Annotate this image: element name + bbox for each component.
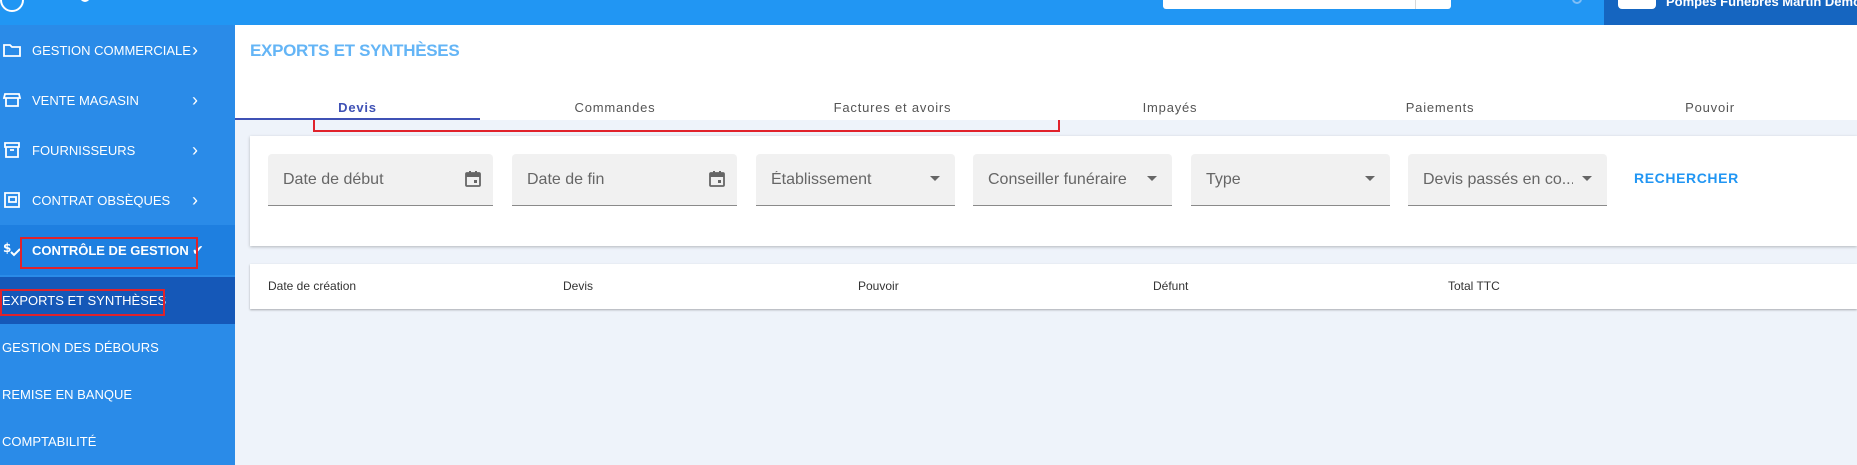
sidebar-subitem-comptabilite[interactable]: COMPTABILITÉ <box>0 418 235 465</box>
column-header[interactable]: Date de création <box>268 279 356 293</box>
tab-label: Paiements <box>1405 100 1475 115</box>
dropdown-arrow-icon <box>1147 176 1157 181</box>
sidebar: GESTION COMMERCIALE › VENTE MAGASIN › FO… <box>0 25 235 465</box>
results-table-header: Date de création Devis Pouvoir Défunt To… <box>250 264 1857 309</box>
sidebar-item-gestion-commerciale[interactable]: GESTION COMMERCIALE › <box>0 25 235 75</box>
dollar-check-icon: $ <box>3 241 21 257</box>
column-header[interactable]: Total TTC <box>1448 279 1500 293</box>
sidebar-subitem-label: GESTION DES DÉBOURS <box>2 340 159 355</box>
tab-label: Commandes <box>574 100 656 115</box>
active-tab-indicator <box>235 118 480 120</box>
sidebar-subitem-label: COMPTABILITÉ <box>2 434 97 449</box>
folder-icon <box>3 44 21 57</box>
sidebar-item-label: VENTE MAGASIN <box>32 93 139 108</box>
page-title: EXPORTS ET SYNTHÈSES <box>250 41 460 60</box>
tab-pouvoir[interactable]: Pouvoir <box>1575 85 1845 120</box>
sidebar-item-contrat-obseques[interactable]: CONTRAT OBSÈQUES › <box>0 175 235 225</box>
column-header[interactable]: Devis <box>563 279 593 293</box>
account-menu[interactable]: Pompes Funèbres Martin Démo <box>1604 0 1857 25</box>
logo-mark-icon <box>80 0 90 2</box>
end-date-placeholder: Date de fin <box>527 171 605 188</box>
contract-icon <box>4 192 20 208</box>
establishment-select[interactable]: Établissement <box>756 154 955 206</box>
tab-label: Pouvoir <box>1685 100 1735 115</box>
tab-commandes[interactable]: Commandes <box>480 85 750 120</box>
global-search-input[interactable] <box>1163 0 1451 9</box>
sidebar-item-label: CONTRÔLE DE GESTION <box>32 243 189 258</box>
start-date-placeholder: Date de début <box>283 171 384 188</box>
column-header[interactable]: Défunt <box>1153 279 1188 293</box>
notification-icon[interactable] <box>1572 0 1582 4</box>
tab-label: Impayés <box>1142 100 1198 115</box>
store-icon <box>2 93 22 107</box>
sidebar-item-fournisseurs[interactable]: FOURNISSEURS › <box>0 125 235 175</box>
quotes-passed-placeholder: Devis passés en co... <box>1423 171 1573 188</box>
column-header[interactable]: Pouvoir <box>858 279 899 293</box>
search-divider <box>1415 0 1416 9</box>
chevron-right-icon: › <box>192 90 198 110</box>
chevron-right-icon: › <box>192 40 198 60</box>
type-placeholder: Type <box>1206 171 1241 188</box>
sidebar-item-label: CONTRAT OBSÈQUES <box>32 193 171 208</box>
tab-impayes[interactable]: Impayés <box>1035 85 1305 120</box>
tab-factures-avoirs[interactable]: Factures et avoirs <box>750 85 1035 120</box>
sidebar-subitem-exports-syntheses[interactable]: EXPORTS ET SYNTHÈSES <box>0 277 235 324</box>
page-header: EXPORTS ET SYNTHÈSES Devis Commandes Fac… <box>235 25 1857 120</box>
advisor-placeholder: Conseiller funéraire <box>988 171 1127 188</box>
start-date-field[interactable]: Date de début <box>268 154 493 206</box>
archive-icon <box>4 142 20 158</box>
sidebar-subitem-remise-banque[interactable]: REMISE EN BANQUE <box>0 371 235 418</box>
sidebar-item-controle-de-gestion[interactable]: $ CONTRÔLE DE GESTION ✔ <box>0 225 235 275</box>
tab-paiements[interactable]: Paiements <box>1305 85 1575 120</box>
check-icon: ✔ <box>192 242 204 258</box>
end-date-field[interactable]: Date de fin <box>512 154 737 206</box>
dropdown-arrow-icon <box>1582 176 1592 181</box>
avatar <box>1618 0 1656 9</box>
calendar-icon[interactable] <box>464 170 482 188</box>
filter-panel: Date de début Date de fin Établissement … <box>250 136 1857 246</box>
sidebar-item-label: GESTION COMMERCIALE <box>32 43 191 58</box>
tab-label: Devis <box>338 100 377 115</box>
logo-icon[interactable] <box>0 0 24 12</box>
dropdown-arrow-icon <box>930 176 940 181</box>
type-select[interactable]: Type <box>1191 154 1390 206</box>
svg-text:$: $ <box>3 241 11 255</box>
sidebar-subitem-label: REMISE EN BANQUE <box>2 387 133 402</box>
chevron-right-icon: › <box>192 190 198 210</box>
tab-devis[interactable]: Devis <box>235 85 480 120</box>
tab-label: Factures et avoirs <box>833 100 952 115</box>
account-name: Pompes Funèbres Martin Démo <box>1666 0 1857 9</box>
top-app-bar: Pompes Funèbres Martin Démo <box>0 0 1857 25</box>
sidebar-item-vente-magasin[interactable]: VENTE MAGASIN › <box>0 75 235 125</box>
calendar-icon[interactable] <box>708 170 726 188</box>
sidebar-subitem-gestion-debours[interactable]: GESTION DES DÉBOURS <box>0 324 235 371</box>
advisor-select[interactable]: Conseiller funéraire <box>973 154 1172 206</box>
dropdown-arrow-icon <box>1365 176 1375 181</box>
quotes-passed-select[interactable]: Devis passés en co... <box>1408 154 1607 206</box>
sidebar-subitem-label: EXPORTS ET SYNTHÈSES <box>2 293 167 308</box>
chevron-right-icon: › <box>192 140 198 160</box>
sidebar-item-label: FOURNISSEURS <box>32 143 136 158</box>
establishment-placeholder: Établissement <box>771 171 872 188</box>
search-button[interactable]: RECHERCHER <box>1634 170 1739 186</box>
